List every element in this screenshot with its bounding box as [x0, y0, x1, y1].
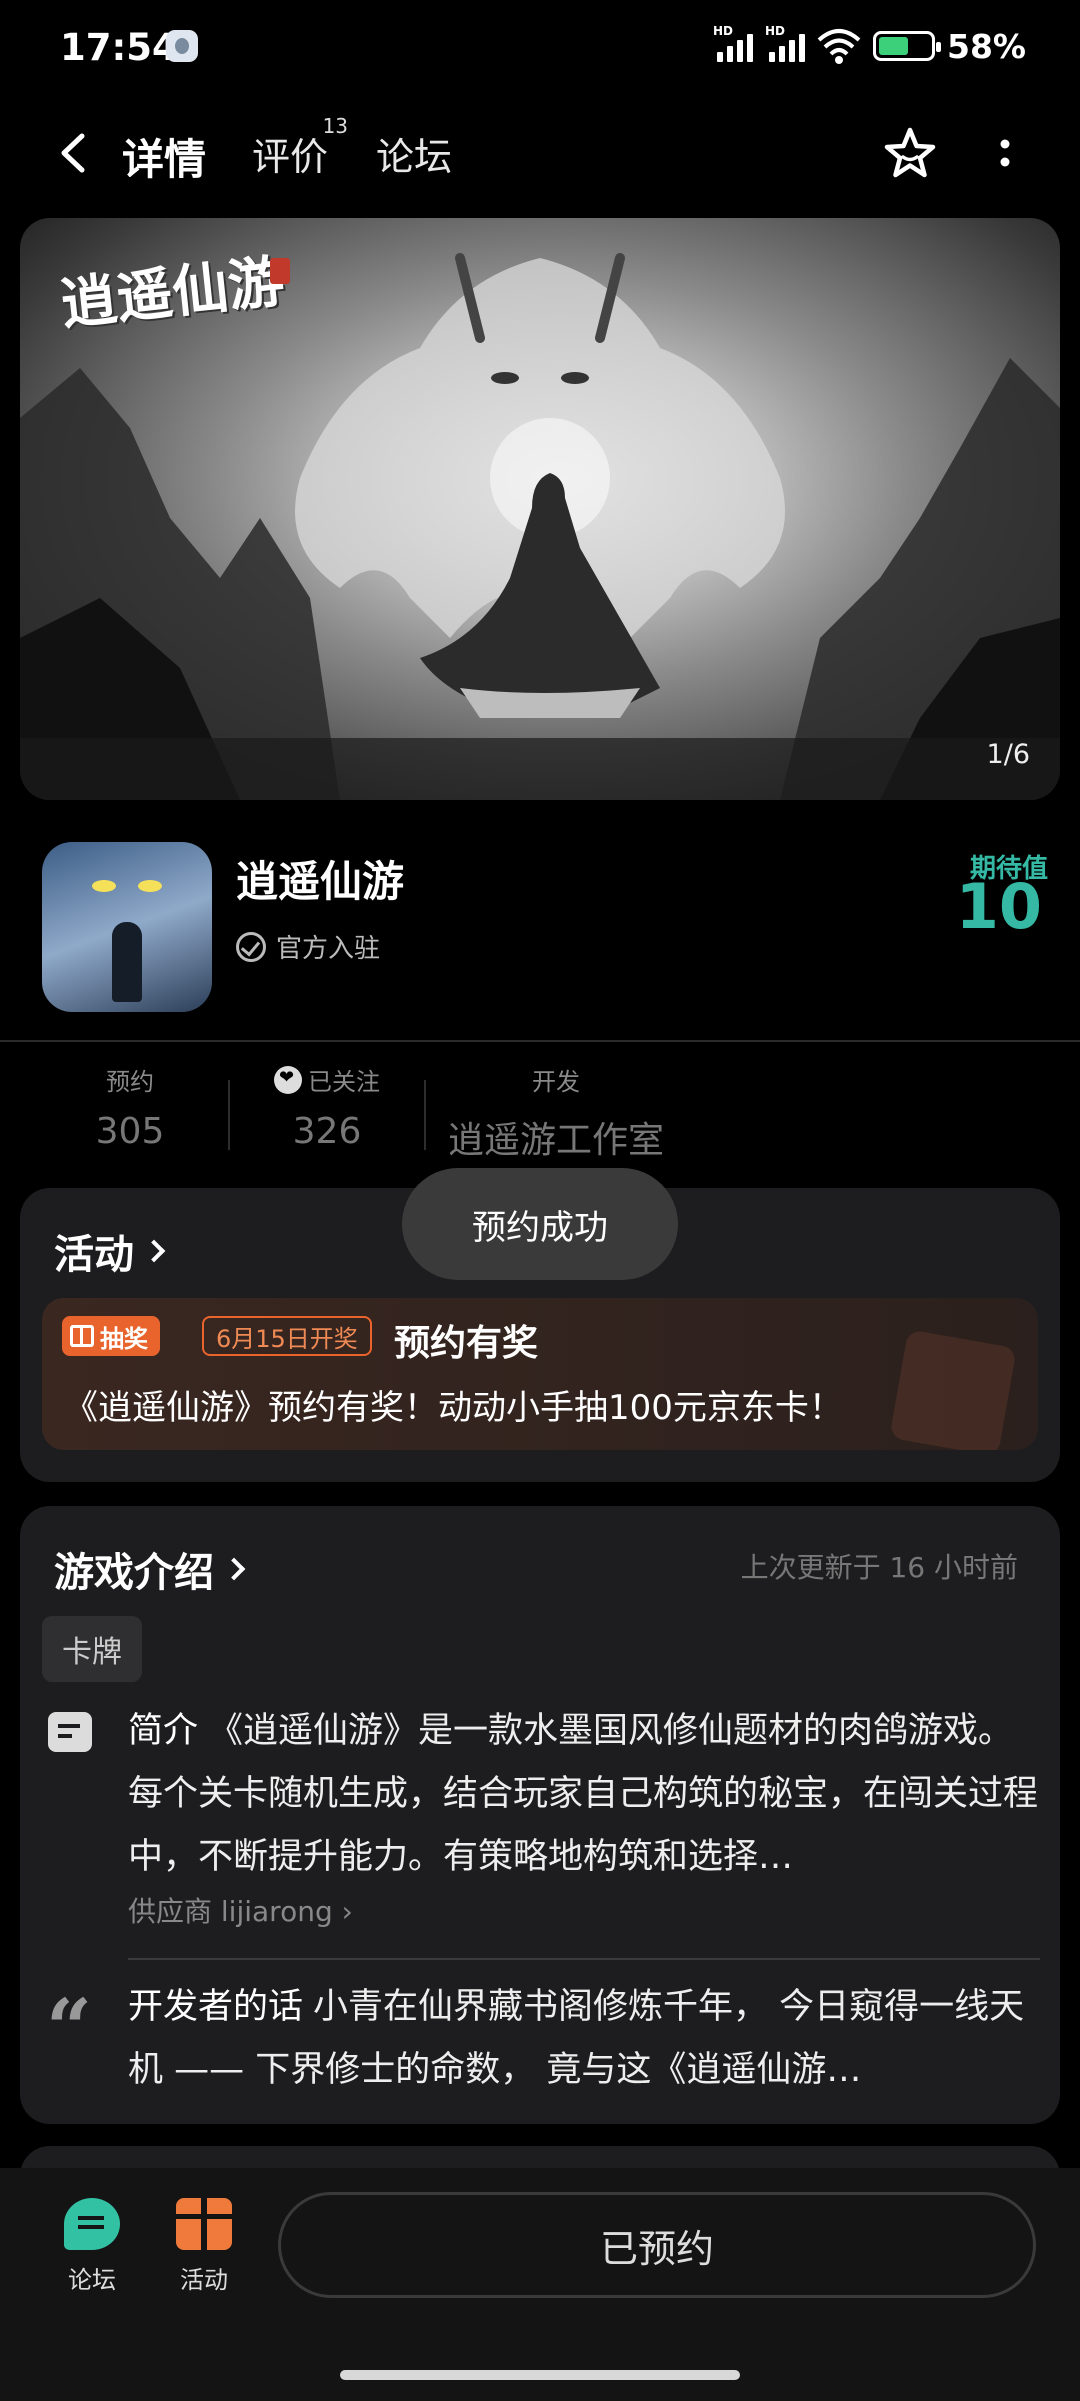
- status-bar: 17:54 HD HD 58%: [0, 0, 1080, 100]
- active-tab-indicator: [118, 185, 211, 195]
- home-indicator[interactable]: [340, 2370, 740, 2380]
- image-counter: 1/6: [986, 739, 1030, 770]
- heart-check-icon: [274, 1065, 302, 1094]
- back-arrow-icon[interactable]: [52, 128, 96, 178]
- stat-separator: [228, 1080, 230, 1150]
- signal-icon: HD: [713, 24, 753, 62]
- bottom-action-bar: 论坛 活动 已预约: [0, 2168, 1080, 2401]
- promo-description: 《逍遥仙游》预约有奖！动动小手抽100元京东卡！: [64, 1388, 843, 1428]
- forum-chat-icon: [64, 2198, 120, 2250]
- reviews-count-badge: 13: [322, 114, 349, 138]
- activity-title[interactable]: 活动: [54, 1222, 166, 1280]
- status-time: 17:54: [60, 26, 178, 69]
- bottom-forum-button[interactable]: 论坛: [52, 2198, 132, 2295]
- expectation-value: 10: [955, 870, 1042, 943]
- promo-title: 预约有奖: [394, 1323, 539, 1364]
- genre-tag[interactable]: 卡牌: [42, 1616, 142, 1682]
- stat-reservations: 预约 305: [95, 1068, 165, 1152]
- tab-reviews[interactable]: 评价 13: [252, 114, 348, 181]
- official-badge: 官方入驻: [236, 928, 380, 965]
- signal-icon-2: HD: [765, 24, 805, 62]
- divider: [128, 1958, 1040, 1960]
- tab-forum[interactable]: 论坛: [376, 126, 452, 181]
- battery-percent: 58%: [947, 26, 1026, 66]
- promo-banner[interactable]: 抽奖 6月15日开奖 预约有奖 《逍遥仙游》预约有奖！动动小手抽100元京东卡！: [42, 1298, 1038, 1450]
- game-intro-card: 游戏介绍 上次更新于 16 小时前 卡牌 简介 《逍遥仙游》是一款水墨国风修仙题材…: [20, 1506, 1060, 2124]
- developer-words[interactable]: 开发者的话 小青在仙界藏书阁修炼千年， 今日窥得一线天机 —— 下界修士的命数， …: [128, 1976, 1040, 2102]
- lottery-badge: 抽奖: [62, 1316, 160, 1356]
- hero-banner[interactable]: 逍遥仙游 1/6: [20, 218, 1060, 800]
- toast-message: 预约成功: [402, 1168, 678, 1280]
- last-updated: 上次更新于 16 小时前: [740, 1551, 1018, 1584]
- document-icon: [48, 1712, 92, 1752]
- logo-seal: [270, 258, 290, 284]
- battery-icon: [873, 31, 941, 61]
- gift-icon: [70, 1325, 94, 1347]
- draw-date-badge: 6月15日开奖: [202, 1316, 372, 1356]
- gift-icon: [176, 2198, 232, 2250]
- star-icon[interactable]: [880, 124, 940, 184]
- intro-summary[interactable]: 简介 《逍遥仙游》是一款水墨国风修仙题材的肉鸽游戏。每个关卡随机生成，结合玩家自己…: [128, 1700, 1040, 1889]
- tab-details[interactable]: 详情: [118, 126, 211, 195]
- status-right: HD HD 58%: [713, 24, 1026, 68]
- supplier-link[interactable]: 供应商 lijiarong ›: [128, 1890, 353, 1930]
- reserved-button[interactable]: 已预约: [278, 2192, 1036, 2298]
- top-nav: 详情 评价 13 论坛: [0, 108, 1080, 198]
- divider: [0, 1040, 1080, 1042]
- bottom-activity-button[interactable]: 活动: [164, 2198, 244, 2295]
- app-name: 逍遥仙游: [236, 857, 405, 906]
- wifi-icon: [817, 29, 861, 64]
- chevron-right-icon: [222, 1557, 246, 1581]
- stat-developer[interactable]: 开发 逍遥游工作室: [446, 1062, 666, 1163]
- check-circle-icon: [236, 931, 266, 962]
- quote-icon: “: [46, 1981, 93, 2075]
- stat-follows[interactable]: 已关注 326: [262, 1062, 392, 1152]
- gift-watermark-icon: [889, 1329, 1017, 1450]
- chevron-right-icon: [142, 1239, 166, 1263]
- notification-app-icon: [166, 30, 198, 62]
- intro-title[interactable]: 游戏介绍: [54, 1540, 246, 1598]
- stat-separator: [424, 1080, 426, 1150]
- more-vertical-icon[interactable]: [985, 130, 1025, 180]
- app-icon[interactable]: [42, 842, 212, 1012]
